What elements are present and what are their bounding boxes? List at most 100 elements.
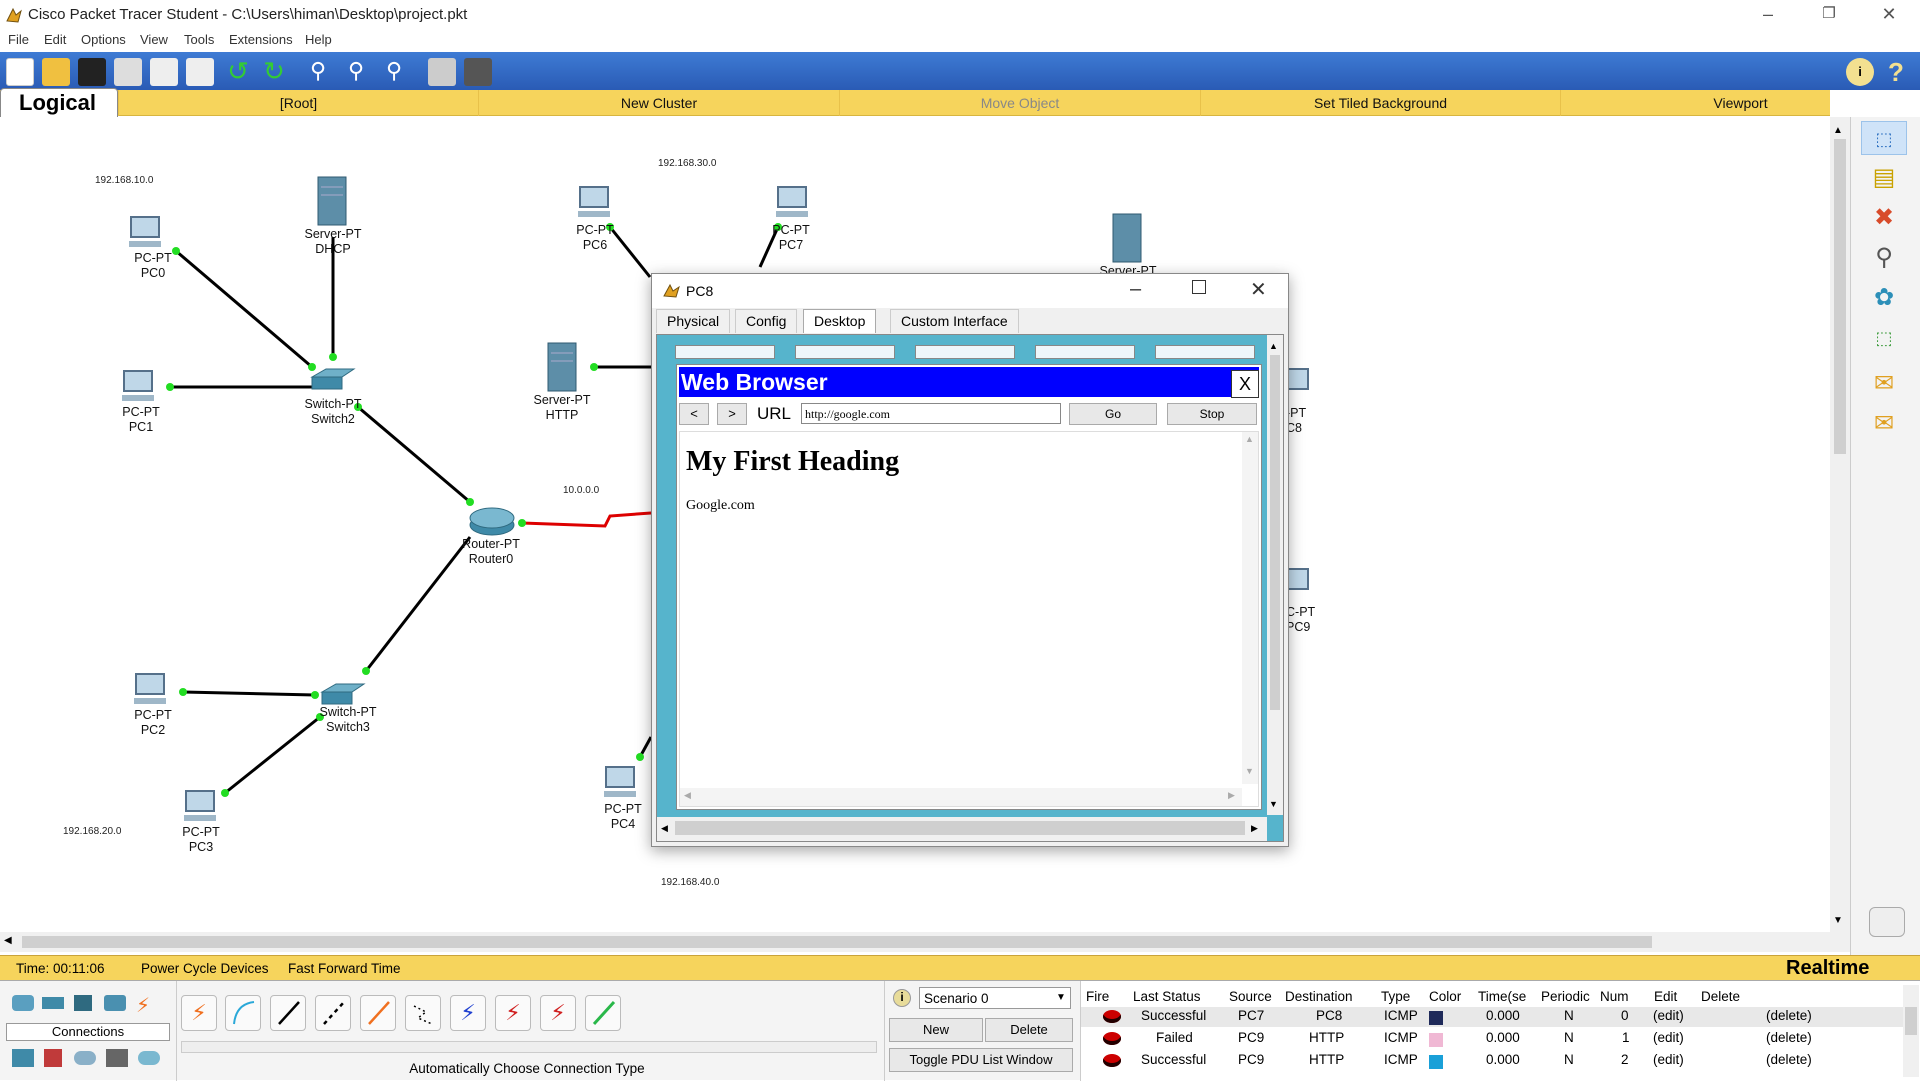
realtime-clock-icon[interactable]: [1869, 907, 1905, 937]
delete-tool-icon[interactable]: ✖: [1861, 201, 1907, 235]
console-cable-icon[interactable]: [225, 995, 261, 1031]
info-icon[interactable]: i: [1846, 58, 1874, 86]
note-tool-icon[interactable]: ▤: [1861, 161, 1907, 195]
scroll-thumb[interactable]: [1905, 1007, 1917, 1035]
desktop-horizontal-scrollbar[interactable]: ◀ ▶: [657, 817, 1267, 841]
tab-config[interactable]: Config: [735, 309, 798, 333]
phone-cable-icon[interactable]: [405, 995, 441, 1031]
new-cluster-button[interactable]: New Cluster: [478, 90, 839, 116]
undo-icon[interactable]: ↺: [224, 58, 252, 86]
minimize-button[interactable]: –: [1130, 278, 1141, 301]
desktop-app-icon[interactable]: [795, 345, 895, 359]
octal-cable-icon[interactable]: [585, 995, 621, 1031]
device-pc4[interactable]: [600, 765, 650, 802]
add-complex-pdu-icon[interactable]: ✉: [1861, 407, 1907, 441]
pdu-delete-link[interactable]: (delete): [1766, 1052, 1812, 1067]
new-scenario-button[interactable]: New: [889, 1018, 983, 1042]
pdu-edit-link[interactable]: (edit): [1653, 1030, 1684, 1045]
desktop-app-icon[interactable]: [1155, 345, 1255, 359]
toggle-pdu-list-button[interactable]: Toggle PDU List Window: [889, 1048, 1073, 1072]
new-file-icon[interactable]: [6, 58, 34, 86]
back-button[interactable]: <: [679, 403, 709, 425]
inspect-tool-icon[interactable]: ⚲: [1861, 241, 1907, 275]
device-pc0[interactable]: [125, 215, 175, 252]
security-icon[interactable]: [44, 1049, 62, 1067]
stop-button[interactable]: Stop: [1167, 403, 1257, 425]
device-pc1[interactable]: [118, 369, 168, 406]
page-vertical-scrollbar[interactable]: ▲ ▼: [1242, 432, 1258, 784]
device-server[interactable]: [1110, 212, 1144, 267]
pdu-delete-link[interactable]: (delete): [1766, 1030, 1812, 1045]
menu-help[interactable]: Help: [305, 32, 332, 47]
web-browser-close-button[interactable]: X: [1231, 370, 1259, 398]
close-button[interactable]: ✕: [1250, 277, 1267, 302]
scroll-thumb[interactable]: [675, 821, 1245, 835]
fire-icon[interactable]: [1103, 1032, 1121, 1045]
device-pc3[interactable]: [180, 789, 230, 826]
print-icon[interactable]: [114, 58, 142, 86]
menu-edit[interactable]: Edit: [44, 32, 66, 47]
fiber-cable-icon[interactable]: [360, 995, 396, 1031]
canvas-horizontal-scrollbar[interactable]: ◀: [0, 932, 1850, 952]
desktop-app-icon[interactable]: [675, 345, 775, 359]
device-pc7[interactable]: [772, 185, 822, 222]
multiuser-icon[interactable]: [138, 1051, 160, 1065]
pdu-edit-link[interactable]: (edit): [1653, 1008, 1684, 1023]
desktop-app-icon[interactable]: [915, 345, 1015, 359]
zoom-reset-icon[interactable]: ⚲: [342, 58, 370, 86]
zoom-in-icon[interactable]: ⚲: [304, 58, 332, 86]
pc8-window-titlebar[interactable]: PC8 – ✕: [652, 274, 1288, 308]
open-folder-icon[interactable]: [42, 58, 70, 86]
coaxial-cable-icon[interactable]: ⚡: [450, 995, 486, 1031]
scroll-thumb[interactable]: [1270, 355, 1280, 710]
menu-extensions[interactable]: Extensions: [229, 32, 293, 47]
set-tiled-background-button[interactable]: Set Tiled Background: [1200, 90, 1560, 116]
device-router0[interactable]: [468, 505, 518, 540]
zoom-out-icon[interactable]: ⚲: [380, 58, 408, 86]
add-simple-pdu-icon[interactable]: ✉: [1861, 367, 1907, 401]
hub-category-icon[interactable]: [74, 995, 92, 1011]
device-dhcp-server[interactable]: [315, 175, 349, 230]
web-page-view[interactable]: My First Heading Google.com ▲ ▼ ◀ ▶: [679, 431, 1259, 807]
realtime-mode-label[interactable]: Realtime: [1786, 957, 1869, 980]
tab-custom-interface[interactable]: Custom Interface: [890, 309, 1019, 333]
menu-options[interactable]: Options: [81, 32, 126, 47]
root-button[interactable]: [Root]: [118, 90, 478, 116]
wireless-category-icon[interactable]: [104, 995, 126, 1011]
menu-file[interactable]: File: [8, 32, 29, 47]
wan-emulation-icon[interactable]: [74, 1051, 96, 1065]
minimize-button[interactable]: –: [1745, 0, 1791, 30]
fire-icon[interactable]: [1103, 1054, 1121, 1067]
switch-category-icon[interactable]: [42, 997, 64, 1009]
desktop-vertical-scrollbar[interactable]: ▲ ▼: [1267, 335, 1283, 815]
power-cycle-devices-button[interactable]: Power Cycle Devices: [141, 961, 269, 976]
connections-category-icon[interactable]: ⚡: [136, 993, 150, 1018]
fire-icon[interactable]: [1103, 1010, 1121, 1023]
serial-dte-cable-icon[interactable]: ⚡: [540, 995, 576, 1031]
serial-dce-cable-icon[interactable]: ⚡: [495, 995, 531, 1031]
device-pc2[interactable]: [130, 672, 180, 709]
straight-through-cable-icon[interactable]: [270, 995, 306, 1031]
go-button[interactable]: Go: [1069, 403, 1157, 425]
connection-scrollbar[interactable]: [181, 1041, 877, 1053]
table-row[interactable]: Failed PC9 HTTP ICMP 0.000 N 1 (edit) (d…: [1081, 1029, 1903, 1049]
scroll-down-icon[interactable]: ▼: [1833, 915, 1843, 926]
pdu-table-scrollbar[interactable]: [1903, 985, 1919, 1077]
end-devices-icon[interactable]: [12, 1049, 34, 1067]
maximize-button[interactable]: [1192, 280, 1206, 294]
select-tool-icon[interactable]: ⬚: [1861, 121, 1907, 155]
scroll-thumb[interactable]: [1834, 139, 1846, 454]
scroll-right-icon[interactable]: ▶: [1228, 790, 1235, 801]
url-input[interactable]: http://google.com: [801, 403, 1061, 424]
page-horizontal-scrollbar[interactable]: ◀ ▶: [680, 788, 1242, 806]
redo-icon[interactable]: ↻: [260, 58, 288, 86]
restore-button[interactable]: ❐: [1806, 0, 1852, 30]
device-pc6[interactable]: [574, 185, 624, 222]
scroll-up-icon[interactable]: ▲: [1269, 341, 1278, 351]
scroll-left-icon[interactable]: ◀: [661, 823, 668, 834]
scroll-left-icon[interactable]: ◀: [684, 790, 691, 801]
scroll-left-icon[interactable]: ◀: [4, 935, 12, 946]
draw-tool-icon[interactable]: ✿: [1861, 281, 1907, 315]
table-row[interactable]: Successful PC7 PC8 ICMP 0.000 N 0 (edit)…: [1081, 1007, 1903, 1027]
table-row[interactable]: Successful PC9 HTTP ICMP 0.000 N 2 (edit…: [1081, 1051, 1903, 1071]
